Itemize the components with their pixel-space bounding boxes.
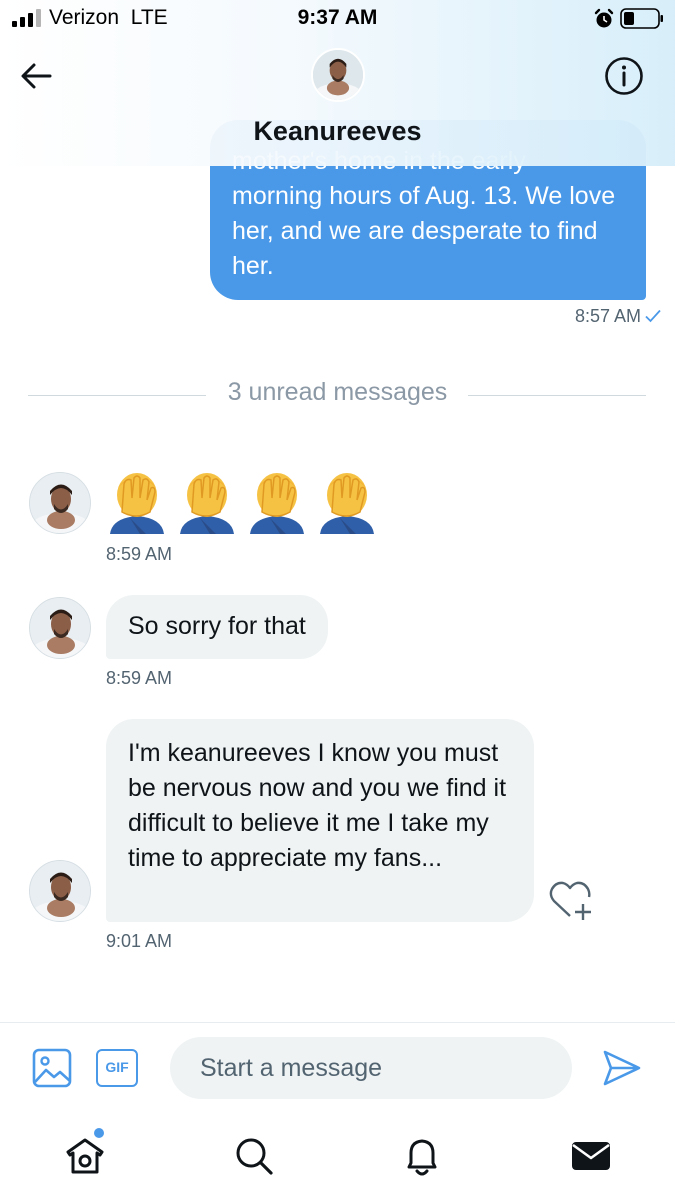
message-input[interactable] [170, 1037, 572, 1099]
gif-button[interactable]: GIF [96, 1049, 138, 1087]
send-icon[interactable] [602, 1049, 642, 1087]
status-time: 9:37 AM [297, 6, 378, 29]
bottom-navigation [0, 1112, 675, 1200]
messages-icon [572, 1142, 610, 1170]
conversation-title[interactable]: Keanureeves [0, 116, 675, 147]
emoji-message[interactable] [106, 468, 378, 538]
message-time: 8:59 AM [106, 544, 173, 564]
header-avatar[interactable] [311, 48, 365, 102]
facepalm-emoji [110, 473, 164, 534]
back-arrow-icon[interactable] [18, 58, 54, 94]
alarm-icon [594, 8, 614, 28]
facepalm-emoji [320, 473, 374, 534]
message-composer: GIF [0, 1022, 675, 1112]
sent-message-body: morning hours of Aug. 13. We love her, a… [232, 182, 616, 280]
received-message-text: I'm keanureeves I know you must be nervo… [128, 739, 507, 872]
status-bar: Verizon LTE 9:37 AM [0, 0, 675, 38]
unread-divider-label: 3 unread messages [227, 378, 448, 406]
tab-messages[interactable] [567, 1132, 615, 1180]
message-time: 8:59 AM [106, 668, 173, 688]
sent-message-time: 8:57 AM [574, 306, 641, 326]
image-icon[interactable] [32, 1048, 72, 1088]
facepalm-emoji [180, 473, 234, 534]
info-icon[interactable] [604, 56, 644, 96]
battery-icon [620, 8, 663, 29]
received-message-bubble[interactable]: I'm keanureeves I know you must be nervo… [106, 719, 534, 922]
avatar[interactable] [29, 472, 91, 534]
search-icon [236, 1138, 273, 1175]
check-icon [645, 309, 661, 323]
avatar[interactable] [29, 860, 91, 922]
conversation-header: Verizon LTE 9:37 AM Keanureeves [0, 0, 675, 166]
tab-search[interactable] [230, 1132, 278, 1180]
heart-add-reaction-icon[interactable] [548, 880, 594, 922]
home-icon [66, 1138, 104, 1174]
unread-divider: 3 unread messages [0, 376, 675, 412]
home-notification-dot [94, 1128, 104, 1138]
avatar[interactable] [29, 597, 91, 659]
tab-notifications[interactable] [398, 1132, 446, 1180]
received-message-bubble[interactable]: So sorry for that [106, 595, 328, 659]
received-message-text: So sorry for that [128, 612, 306, 640]
tab-home[interactable] [61, 1132, 109, 1180]
facepalm-emoji [250, 473, 304, 534]
message-time: 9:01 AM [106, 931, 173, 951]
notifications-icon [407, 1139, 437, 1176]
